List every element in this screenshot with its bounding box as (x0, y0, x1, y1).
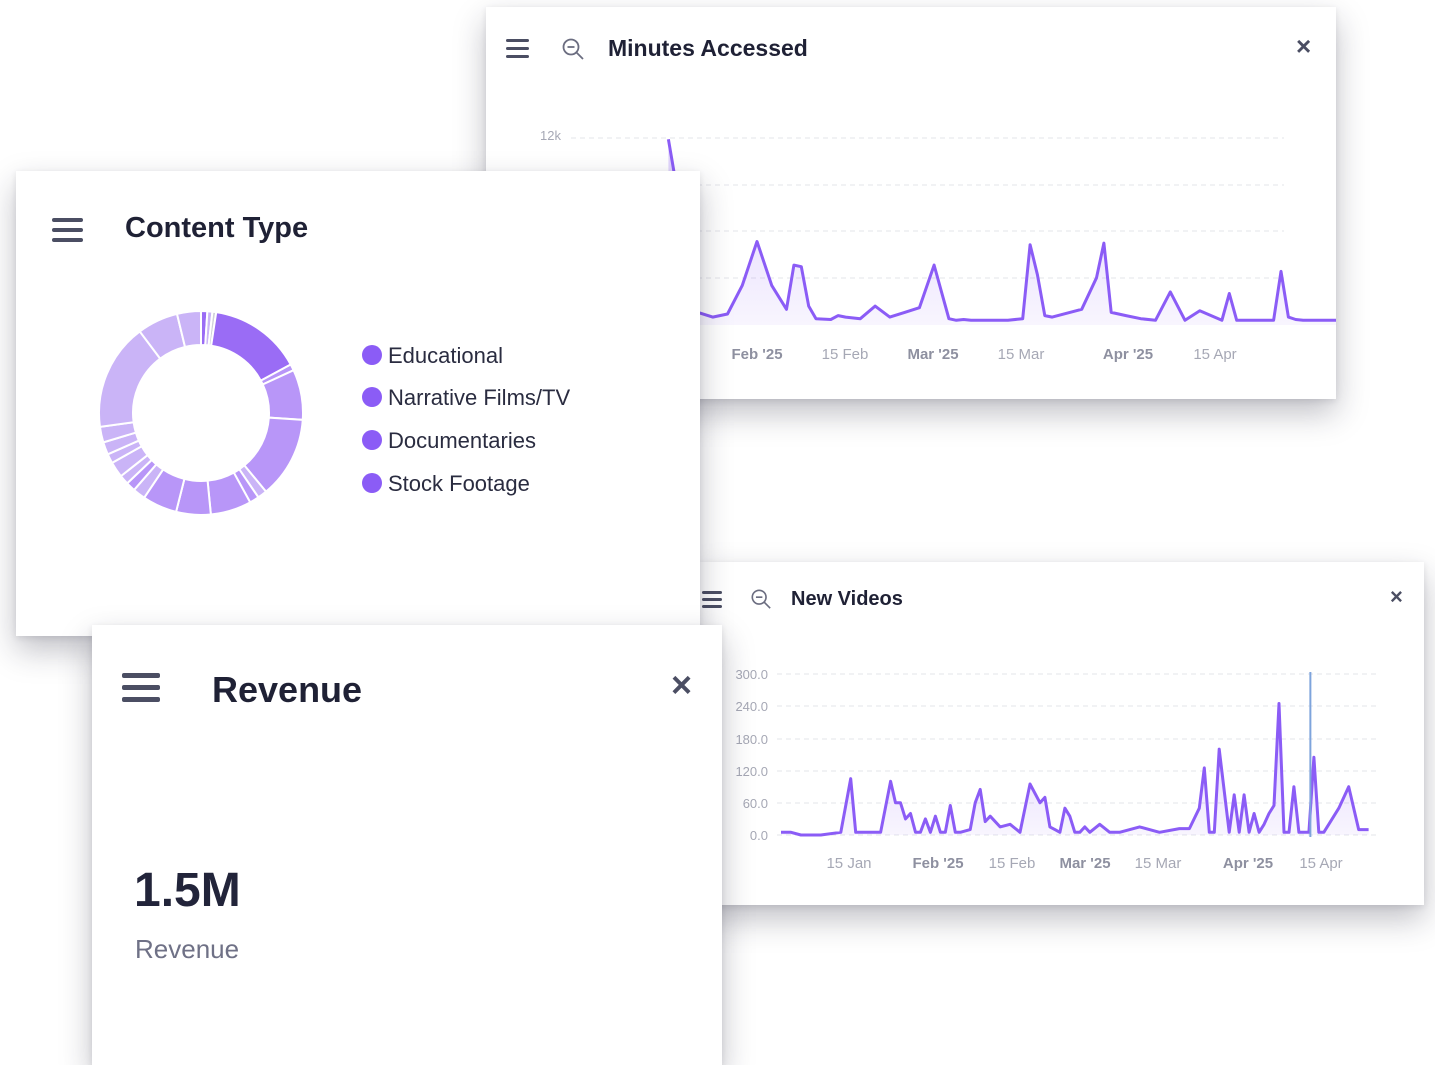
legend-dot-icon (362, 430, 382, 450)
hamburger-icon[interactable] (122, 673, 160, 703)
legend-item-narrative[interactable]: Narrative Films/TV (362, 385, 570, 411)
legend-item-stock-footage[interactable]: Stock Footage (362, 471, 530, 497)
y-tick-label: 60.0 (743, 796, 768, 811)
x-tick-label: 15 Jan (826, 855, 871, 872)
y-tick-label: 240.0 (735, 699, 768, 714)
x-tick-label: 15 Feb (989, 855, 1036, 872)
legend-dot-icon (362, 345, 382, 365)
new-videos-chart: 300.0 240.0 180.0 120.0 60.0 0.0 15 Jan Feb '25… (735, 667, 1378, 872)
legend-dot-icon (362, 473, 382, 493)
legend-dot-icon (362, 387, 382, 407)
x-tick-label: Mar '25 (1059, 855, 1110, 872)
x-tick-label: 15 Apr (1299, 855, 1342, 872)
revenue-card: Revenue × 1.5M Revenue (92, 625, 722, 1065)
x-tick-label: Apr '25 (1103, 346, 1153, 363)
x-tick-label: 15 Feb (822, 346, 869, 363)
legend-item-educational[interactable]: Educational (362, 343, 503, 369)
new-videos-card: New Videos × 300.0 240.0 180.0 120.0 60.0 0.0… (700, 562, 1424, 905)
revenue-value: 1.5M (134, 864, 241, 917)
y-tick-label: 12k (540, 128, 561, 143)
content-type-donut (98, 309, 304, 516)
y-tick-label: 300.0 (735, 667, 768, 682)
y-tick-label: 0.0 (750, 828, 768, 843)
revenue-label: Revenue (135, 934, 240, 964)
x-tick-label: 15 Apr (1193, 346, 1236, 363)
card-title: Content Type (125, 212, 309, 244)
series-area (668, 139, 1336, 325)
content-type-card: Content Type Educational Narrative Films… (16, 171, 700, 636)
x-tick-label: 15 Mar (1135, 855, 1182, 872)
legend-item-documentaries[interactable]: Documentaries (362, 428, 536, 454)
x-tick-label: 15 Mar (998, 346, 1045, 363)
card-title: Revenue (212, 669, 363, 710)
close-icon[interactable]: × (671, 667, 692, 703)
x-tick-label: Feb '25 (912, 855, 963, 872)
y-tick-label: 120.0 (735, 764, 768, 779)
hamburger-icon[interactable] (52, 218, 83, 242)
y-tick-label: 180.0 (735, 732, 768, 747)
x-tick-label: Feb '25 (731, 346, 782, 363)
x-tick-label: Apr '25 (1223, 855, 1273, 872)
x-tick-label: Mar '25 (907, 346, 958, 363)
